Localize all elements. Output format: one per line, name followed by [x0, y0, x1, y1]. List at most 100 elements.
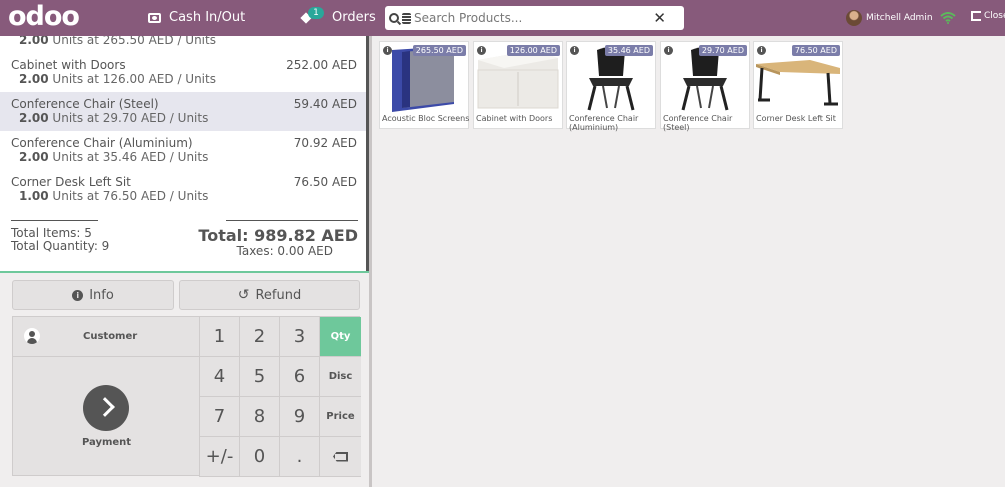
product-name: Conference Chair (Aluminium) — [569, 114, 639, 132]
close-label: Close — [984, 11, 1005, 21]
payment-label: Payment — [81, 437, 132, 448]
product-card[interactable]: i 265.50 AED Acoustic Bloc Screens — [379, 41, 469, 129]
order-line-quantity: 2.00 Units at 265.50 AED / Units — [19, 36, 216, 47]
product-price-tag: 265.50 AED — [412, 45, 466, 56]
numpad: Customer Payment 1 2 3 4 5 6 7 8 9 +/- 0. Qty Disc Pr… — [12, 316, 361, 477]
order-line-qty-value: 1.00 — [19, 189, 49, 203]
numpad-key[interactable]: 4 — [200, 357, 240, 397]
product-info-icon[interactable]: i — [477, 46, 486, 55]
mode-button-price[interactable]: Price — [320, 397, 361, 437]
order-line-quantity: 2.00 Units at 35.46 AED / Units — [19, 150, 208, 164]
order-line-product: Conference Chair (Steel) — [11, 97, 159, 111]
order-line-price: 252.00 AED — [286, 58, 357, 72]
order-line[interactable]: Corner Desk Left Sit 76.50 AED 1.00 Units … — [0, 170, 366, 209]
user-name: Mitchell Admin — [866, 13, 933, 23]
order-line-quantity: 1.00 Units at 76.50 AED / Units — [19, 189, 208, 203]
avatar — [846, 10, 862, 26]
product-card[interactable]: i 76.50 AED Corner Desk Left Sit — [753, 41, 843, 129]
orders-count-badge: 1 — [308, 7, 324, 19]
odoo-logo: odoo — [8, 1, 80, 32]
customer-button[interactable]: Customer — [13, 317, 200, 357]
order-line-price: 70.92 AED — [293, 136, 357, 150]
product-info-icon[interactable]: i — [664, 46, 673, 55]
cash-icon — [148, 13, 161, 23]
order-line-price: 76.50 AED — [293, 175, 357, 189]
order-line-qty-value: 2.00 — [19, 72, 49, 86]
order-line-product: Cabinet with Doors — [11, 58, 126, 72]
scrollbar[interactable] — [366, 36, 369, 271]
mode-button-qty[interactable]: Qty — [320, 317, 361, 357]
numpad-key[interactable]: 3 — [280, 317, 320, 357]
product-card[interactable]: i 126.00 AED Cabinet with Doors — [473, 41, 563, 129]
refund-label: Refund — [255, 287, 302, 303]
cash-in-out-label: Cash In/Out — [169, 10, 246, 25]
numpad-key[interactable]: +/- — [200, 437, 240, 477]
order-total: Total: 989.82 AED — [198, 226, 358, 245]
product-card[interactable]: i 29.70 AED Conference Chair (Steel) — [660, 41, 750, 132]
product-info-icon[interactable]: i — [757, 46, 766, 55]
divider — [226, 220, 358, 221]
numpad-key[interactable]: 6 — [280, 357, 320, 397]
order-line-unit-text: Units at 76.50 AED / Units — [48, 189, 209, 203]
order-line[interactable]: Conference Chair (Aluminium) 70.92 AED 2.0… — [0, 131, 366, 170]
top-bar: odoo Cash In/Out Orders 1 ✕ Mitchell Adm… — [0, 0, 1005, 36]
order-line[interactable]: Cabinet with Doors 252.00 AED 2.00 Units a… — [0, 53, 366, 92]
barcode-database-icon — [402, 12, 411, 24]
numpad-key[interactable]: 5 — [240, 357, 280, 397]
info-icon: i — [72, 289, 84, 301]
left-pane: Acoustic Bloc Screens531.00 AED2.00 Unit… — [0, 36, 372, 487]
refund-button[interactable]: ↺ Refund — [179, 280, 360, 310]
total-quantity: Total Quantity: 9 — [11, 239, 110, 253]
mode-button-disc[interactable]: Disc — [320, 357, 361, 397]
product-card[interactable]: i 35.46 AED Conference Chair (Aluminium) — [566, 41, 656, 132]
search-input[interactable] — [414, 11, 652, 25]
user-icon — [24, 328, 40, 344]
numpad-key[interactable]: 1 — [200, 317, 240, 357]
product-price-tag: 126.00 AED — [506, 45, 560, 56]
order-taxes: Taxes: 0.00 AED — [236, 244, 334, 258]
order-line-product: Corner Desk Left Sit — [11, 175, 131, 189]
product-name: Conference Chair (Steel) — [663, 114, 733, 132]
numpad-key[interactable]: 7 — [200, 397, 240, 437]
wifi-icon — [940, 12, 956, 24]
numpad-key[interactable]: . — [280, 437, 320, 477]
order-line[interactable]: Acoustic Bloc Screens531.00 AED2.00 Unit… — [0, 36, 366, 53]
numpad-key[interactable]: 9 — [280, 397, 320, 437]
product-price-tag: 35.46 AED — [604, 45, 653, 56]
product-price-tag: 29.70 AED — [698, 45, 747, 56]
order-line[interactable]: Conference Chair (Steel) 59.40 AED 2.00 Un… — [0, 92, 366, 131]
user-menu[interactable]: Mitchell Admin — [846, 10, 933, 26]
product-name: Acoustic Bloc Screens — [382, 114, 470, 123]
clear-search-icon[interactable]: ✕ — [653, 9, 666, 27]
numpad-key[interactable]: 2 — [240, 317, 280, 357]
order-line-unit-text: Units at 126.00 AED / Units — [48, 72, 216, 86]
numpad-key[interactable]: 0 — [240, 437, 280, 477]
order-line-product: Conference Chair (Aluminium) — [11, 136, 193, 150]
cash-in-out-button[interactable]: Cash In/Out — [148, 0, 245, 36]
product-price-tag: 76.50 AED — [791, 45, 840, 56]
order-summary: Acoustic Bloc Screens531.00 AED2.00 Unit… — [0, 36, 369, 273]
payment-button[interactable]: Payment — [13, 357, 200, 477]
product-search-box[interactable]: ✕ — [385, 6, 684, 30]
backspace-icon — [333, 451, 348, 462]
close-button[interactable]: Close — [971, 11, 1005, 21]
customer-label: Customer — [83, 331, 138, 342]
info-label: Info — [89, 287, 114, 303]
order-line-quantity: 2.00 Units at 29.70 AED / Units — [19, 111, 208, 125]
total-items: Total Items: 5 — [11, 226, 92, 240]
info-button[interactable]: i Info — [12, 280, 174, 310]
backspace-button[interactable] — [320, 437, 361, 477]
numpad-key[interactable]: 8 — [240, 397, 280, 437]
order-line-price: 59.40 AED — [293, 97, 357, 111]
product-info-icon[interactable]: i — [383, 46, 392, 55]
chevron-right-icon — [83, 385, 129, 431]
undo-icon: ↺ — [237, 287, 250, 303]
order-line-qty-value: 2.00 — [19, 150, 49, 164]
product-name: Corner Desk Left Sit — [756, 114, 836, 123]
divider — [11, 220, 98, 221]
orders-label: Orders — [332, 10, 376, 25]
search-icon — [389, 13, 399, 23]
product-info-icon[interactable]: i — [570, 46, 579, 55]
product-name: Cabinet with Doors — [476, 114, 553, 123]
sign-out-icon — [971, 11, 981, 21]
